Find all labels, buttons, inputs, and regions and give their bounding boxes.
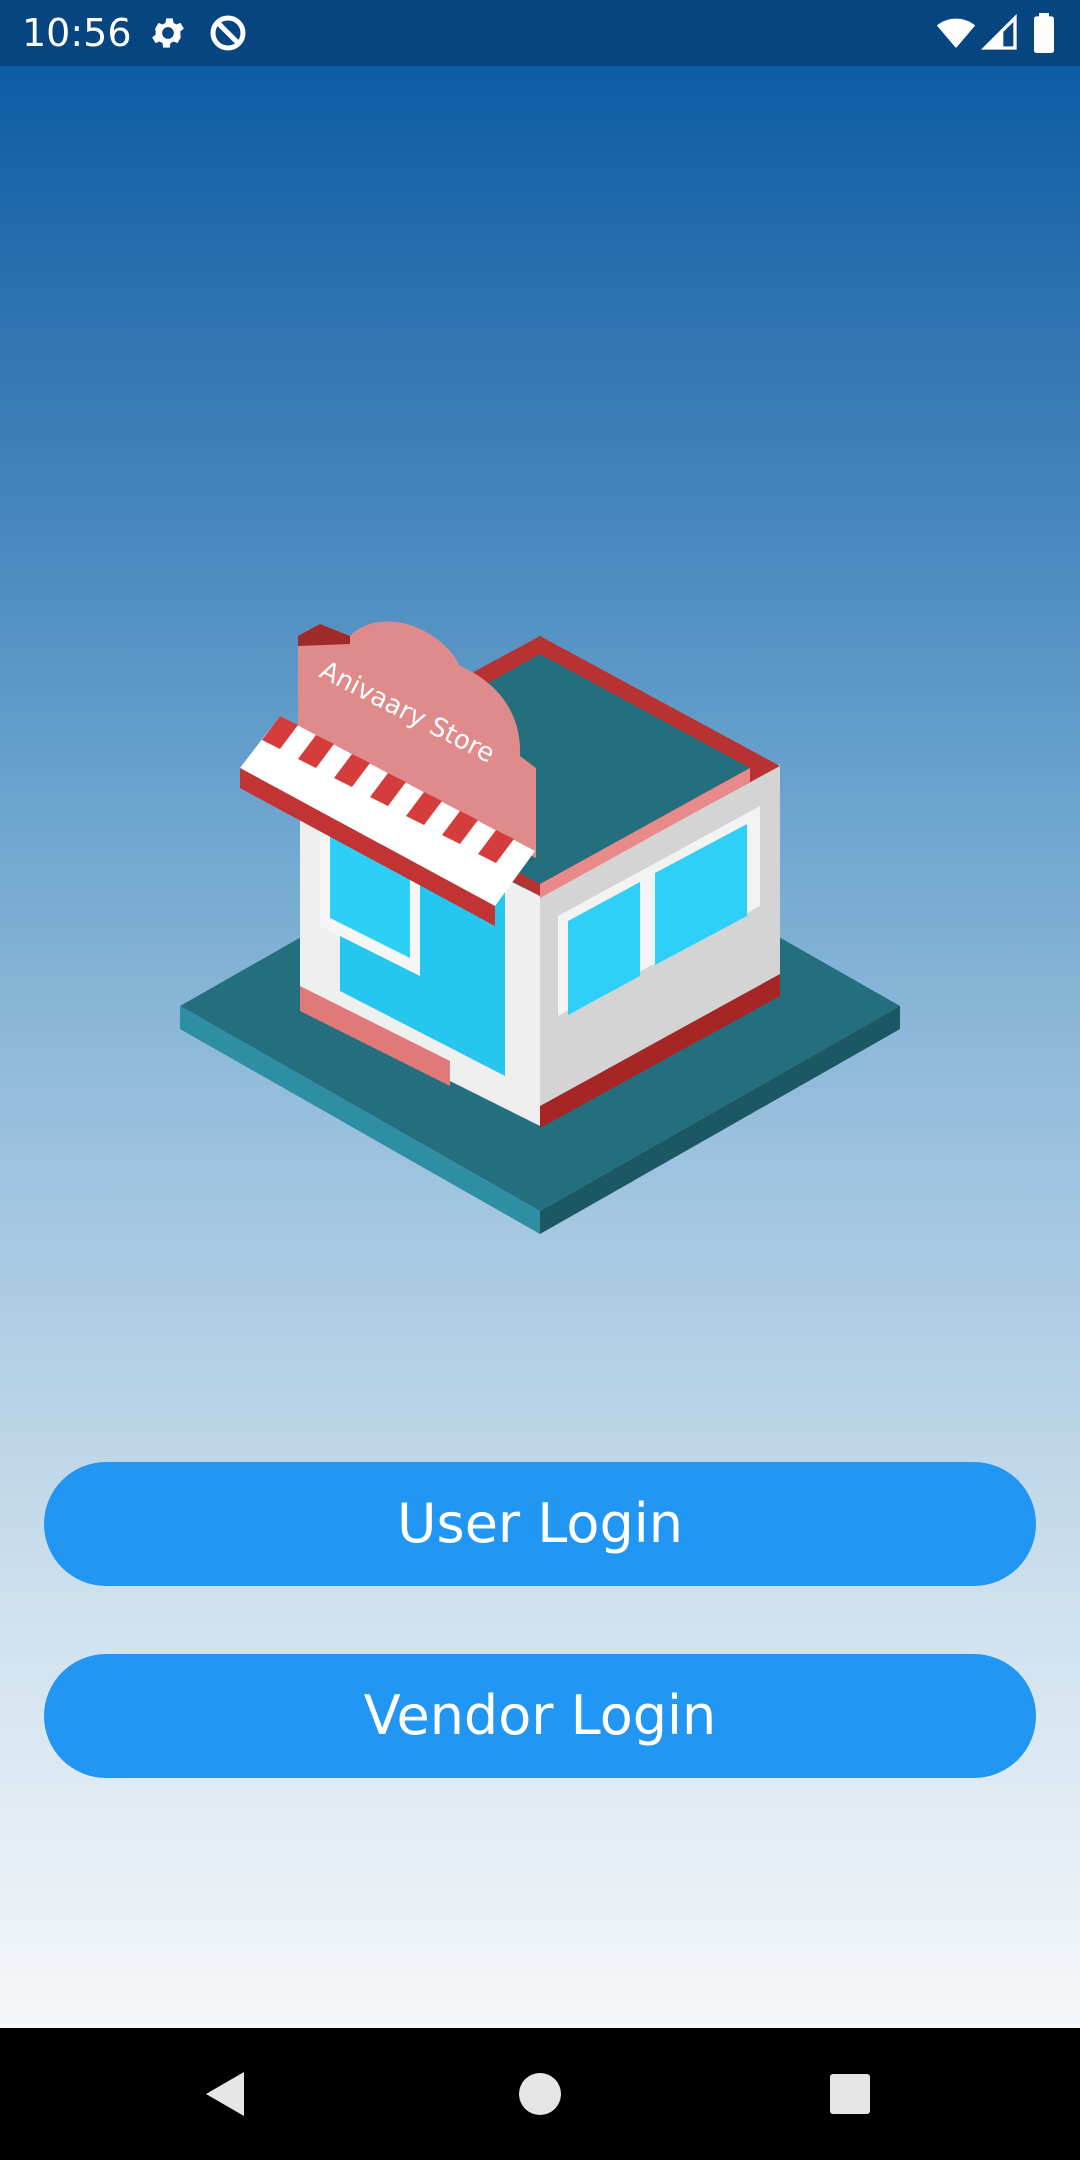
back-icon[interactable] (186, 2054, 266, 2134)
recents-icon[interactable] (810, 2054, 890, 2134)
store-illustration: Anivaary Store (180, 621, 900, 1234)
login-screen: Anivaary Store User Login Vendor Login (0, 66, 1080, 2028)
store-sign-top (298, 624, 350, 646)
data-saver-icon (208, 13, 248, 53)
battery-icon (1030, 13, 1058, 53)
navigation-bar (0, 2028, 1080, 2160)
settings-icon (148, 13, 188, 53)
status-bar: 10:56 (0, 0, 1080, 66)
signal-icon (980, 13, 1020, 53)
status-time: 10:56 (22, 11, 132, 55)
vendor-login-button[interactable]: Vendor Login (44, 1654, 1036, 1778)
wifi-icon (936, 13, 976, 53)
app-screen: 10:56 Anivaary Store User Login Vendor L… (0, 0, 1080, 2160)
home-icon[interactable] (500, 2054, 580, 2134)
user-login-button[interactable]: User Login (44, 1462, 1036, 1586)
